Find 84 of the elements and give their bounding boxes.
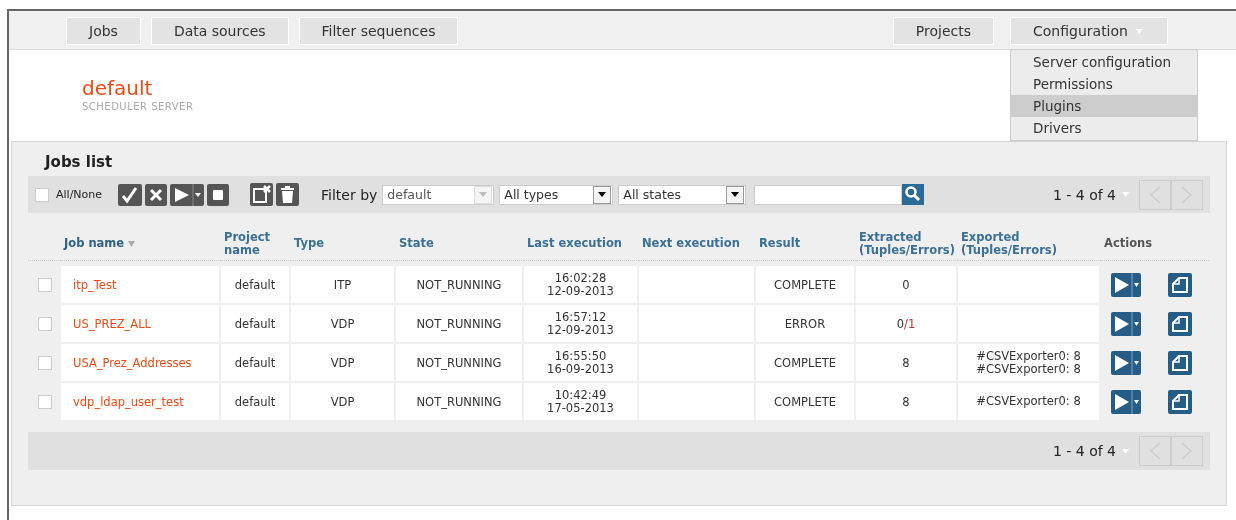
table-cell: COMPLETE bbox=[756, 266, 854, 303]
search-icon[interactable] bbox=[902, 184, 925, 205]
table-cell: 8 bbox=[856, 383, 956, 420]
column-header: Next execution bbox=[642, 237, 740, 250]
project-select[interactable]: default bbox=[382, 184, 495, 205]
check-icon[interactable] bbox=[118, 183, 143, 206]
table-cell: VDP bbox=[291, 344, 394, 381]
table-cell: VDP bbox=[291, 305, 394, 342]
table-cell: ERROR bbox=[756, 305, 854, 342]
table-cell: #CSVExporter0: 8 #CSVExporter0: 8 bbox=[958, 344, 1099, 381]
caret-icon bbox=[731, 192, 740, 197]
job-name-link[interactable]: itp_Test bbox=[73, 277, 117, 292]
run-dropdown-icon[interactable] bbox=[1111, 311, 1141, 336]
table-cell: 16:55:50 16-09-2013 bbox=[524, 344, 637, 381]
table-cell: 0/1 bbox=[856, 305, 956, 342]
search-field[interactable] bbox=[754, 184, 903, 205]
table-cell: ITP bbox=[291, 266, 394, 303]
column-header: Extracted (Tuples/Errors) bbox=[859, 230, 956, 257]
table-cell: VDP bbox=[291, 383, 394, 420]
column-header[interactable]: Job name bbox=[64, 237, 125, 250]
column-header: Exported (Tuples/Errors) bbox=[961, 230, 1058, 257]
menu-item[interactable]: Drivers bbox=[1011, 117, 1197, 139]
table-cell: default bbox=[221, 344, 289, 381]
pagination-label: 1 - 4 of 4 bbox=[1052, 186, 1116, 203]
edit-icon[interactable] bbox=[1168, 350, 1192, 375]
table-cell: NOT_RUNNING bbox=[396, 305, 522, 342]
select-all-checkbox[interactable] bbox=[35, 187, 49, 202]
nav-tab[interactable]: Data sources bbox=[150, 17, 289, 45]
row-checkbox[interactable] bbox=[38, 394, 52, 409]
run-dropdown-icon[interactable] bbox=[1111, 350, 1141, 375]
edit-icon[interactable] bbox=[1168, 389, 1192, 414]
nav-tab[interactable]: Jobs bbox=[66, 17, 141, 45]
caret-icon bbox=[479, 192, 488, 197]
table-cell: 10:42:49 17-05-2013 bbox=[524, 383, 637, 420]
pagination-label: 1 - 4 of 4 bbox=[1052, 443, 1116, 459]
column-header: Last execution bbox=[527, 237, 622, 250]
table-cell: #CSVExporter0: 8 bbox=[958, 383, 1099, 420]
table-cell: NOT_RUNNING bbox=[396, 344, 522, 381]
caret-icon bbox=[598, 192, 607, 197]
state-select[interactable]: All states bbox=[618, 184, 747, 205]
edit-icon[interactable] bbox=[1168, 311, 1192, 336]
row-checkbox[interactable] bbox=[38, 355, 52, 370]
column-header: Actions bbox=[1104, 237, 1153, 250]
column-header: State bbox=[399, 237, 434, 250]
menu-item[interactable]: Permissions bbox=[1011, 73, 1197, 95]
caret-icon bbox=[1135, 28, 1143, 34]
export-icon[interactable] bbox=[250, 183, 274, 206]
table-cell: COMPLETE bbox=[756, 344, 854, 381]
table-cell: 8 bbox=[856, 344, 956, 381]
run-dropdown-icon[interactable] bbox=[1111, 272, 1141, 297]
table-cell: NOT_RUNNING bbox=[396, 266, 522, 303]
filter-label: Filter by bbox=[321, 186, 378, 203]
table-cell: COMPLETE bbox=[756, 383, 854, 420]
menu-item[interactable]: Server configuration bbox=[1011, 51, 1197, 73]
job-name-link[interactable]: USA_Prez_Addresses bbox=[73, 355, 192, 370]
edit-icon[interactable] bbox=[1168, 272, 1192, 297]
panel-title: Jobs list bbox=[43, 152, 114, 173]
server-subtitle: SCHEDULER SERVER bbox=[82, 101, 194, 112]
column-header: Project name bbox=[224, 230, 272, 257]
run-dropdown-icon[interactable] bbox=[1111, 389, 1141, 414]
job-name-link[interactable]: vdp_ldap_user_test bbox=[73, 394, 184, 409]
menu-item[interactable]: Plugins bbox=[1011, 95, 1197, 117]
type-select[interactable]: All types bbox=[499, 184, 614, 205]
table-cell: default bbox=[221, 305, 289, 342]
column-header: Result bbox=[759, 237, 801, 250]
table-cell: 0 bbox=[856, 266, 956, 303]
select-all-label: All/None bbox=[56, 188, 103, 201]
nav-tab[interactable]: Projects bbox=[892, 17, 994, 45]
nav-tab[interactable]: Filter sequences bbox=[298, 17, 459, 45]
table-cell: default bbox=[221, 383, 289, 420]
table-cell: 16:02:28 12-09-2013 bbox=[524, 266, 637, 303]
row-checkbox[interactable] bbox=[38, 316, 52, 331]
table-cell: 16:57:12 12-09-2013 bbox=[524, 305, 637, 342]
trash-icon[interactable] bbox=[276, 183, 300, 206]
play-dropdown-icon[interactable] bbox=[170, 183, 205, 206]
server-title: default bbox=[82, 77, 153, 99]
table-cell: NOT_RUNNING bbox=[396, 383, 522, 420]
stop-icon[interactable] bbox=[207, 183, 230, 206]
job-name-link[interactable]: US_PREZ_ALL bbox=[73, 316, 151, 331]
cross-icon[interactable] bbox=[145, 183, 168, 206]
column-header: Type bbox=[294, 237, 324, 250]
row-checkbox[interactable] bbox=[38, 277, 52, 292]
configuration-menu[interactable]: Configuration bbox=[1010, 17, 1168, 45]
table-cell: default bbox=[221, 266, 289, 303]
